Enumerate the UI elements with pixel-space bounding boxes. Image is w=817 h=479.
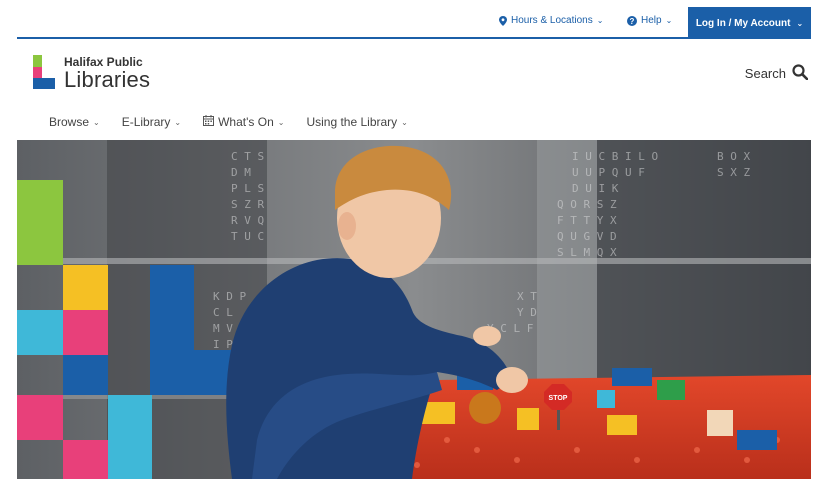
hours-locations-label: Hours & Locations xyxy=(511,15,593,26)
svg-text:T U C: T U C xyxy=(231,230,264,243)
logo-text-line2: Libraries xyxy=(64,67,151,92)
nav-item-browse[interactable]: Browse ⌄ xyxy=(49,115,100,129)
svg-text:D U I K: D U I K xyxy=(572,182,619,195)
main-nav: Browse ⌄ E-Library ⌄ What's On ⌄ Using t… xyxy=(49,115,430,129)
svg-text:M V: M V xyxy=(213,322,233,335)
chevron-down-icon: ⌄ xyxy=(93,117,100,127)
hours-locations-link[interactable]: Hours & Locations ⌄ xyxy=(499,15,603,26)
nav-item-label: Using the Library xyxy=(306,115,398,129)
svg-text:S X Z: S X Z xyxy=(717,166,750,179)
help-label: Help xyxy=(641,15,662,26)
hero-image: C T S D M P L S S Z R R V Q T U C K D P C L M … xyxy=(17,140,811,479)
stop-sign-text: STOP xyxy=(549,395,568,402)
svg-text:C L: C L xyxy=(213,306,233,319)
chevron-down-icon: ⌄ xyxy=(665,16,673,25)
svg-text:X T: X T xyxy=(517,290,537,303)
nav-item-using-the-library[interactable]: Using the Library ⌄ xyxy=(306,115,407,129)
svg-text:K D P: K D P xyxy=(213,290,246,303)
chevron-down-icon: ⌄ xyxy=(277,117,285,127)
chevron-down-icon: ⌄ xyxy=(796,18,804,28)
nav-item-label: E-Library xyxy=(121,115,171,129)
chevron-down-icon: ⌄ xyxy=(596,16,604,25)
svg-text:Q U G V D: Q U G V D xyxy=(557,230,617,243)
nav-item-e-library[interactable]: E-Library ⌄ xyxy=(122,115,181,129)
chevron-down-icon: ⌄ xyxy=(401,117,408,127)
svg-text:R V Q: R V Q xyxy=(231,214,264,227)
logo-mark-icon xyxy=(33,55,59,90)
svg-text:P L S: P L S xyxy=(231,182,264,195)
svg-text:U U P Q U F: U U P Q U F xyxy=(572,166,645,179)
chevron-down-icon: ⌄ xyxy=(174,117,182,127)
svg-text:I U C B I L O: I U C B I L O xyxy=(572,150,658,163)
help-link[interactable]: ? Help ⌄ xyxy=(627,15,672,26)
svg-text:D M: D M xyxy=(231,166,251,179)
svg-text:S Z R: S Z R xyxy=(231,198,264,211)
search-icon xyxy=(792,64,809,83)
svg-text:Y D: Y D xyxy=(517,306,537,319)
utility-bar: Hours & Locations ⌄ ? Help ⌄ Log In / My… xyxy=(17,7,811,39)
svg-text:F T T Y X: F T T Y X xyxy=(557,214,617,227)
nav-item-label: Browse xyxy=(49,115,90,129)
search-label: Search xyxy=(744,66,786,81)
svg-text:S L M Q X: S L M Q X xyxy=(557,246,617,259)
login-account-label: Log In / My Account xyxy=(695,17,791,29)
login-account-button[interactable]: Log In / My Account ⌄ xyxy=(688,7,811,39)
svg-text:B O X: B O X xyxy=(717,150,750,163)
nav-item-label: What's On xyxy=(218,115,274,129)
help-circle-icon: ? xyxy=(627,15,637,26)
map-pin-icon xyxy=(499,15,507,26)
nav-item-whats-on[interactable]: What's On ⌄ xyxy=(203,115,284,129)
svg-text:?: ? xyxy=(630,17,635,26)
site-logo[interactable]: Halifax Public Libraries xyxy=(33,55,193,95)
search-button[interactable]: Search xyxy=(744,64,809,83)
calendar-icon xyxy=(203,115,215,129)
svg-text:C T S: C T S xyxy=(231,150,264,163)
svg-text:Q O R S Z: Q O R S Z xyxy=(557,198,617,211)
